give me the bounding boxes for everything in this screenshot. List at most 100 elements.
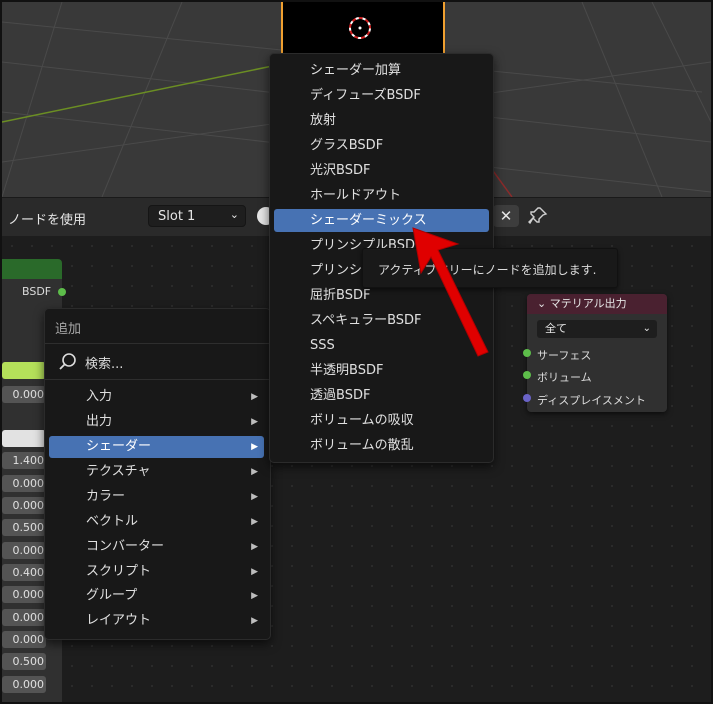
- shader-item-label: シェーダー加算: [310, 63, 402, 78]
- shader-item-label: ボリュームの吸収: [310, 413, 414, 428]
- menu-item-vector[interactable]: ベクトル ▶: [49, 511, 264, 533]
- menu-item-label: カラー: [86, 489, 126, 504]
- value-field[interactable]: 0.000: [2, 676, 46, 693]
- tooltip: アクティブツリーにノードを追加します.: [362, 248, 618, 288]
- value-field[interactable]: 0.500: [2, 519, 46, 536]
- shader-item-label: シェーダーミックス: [310, 213, 427, 228]
- value-field[interactable]: 0.000: [2, 497, 46, 514]
- menu-item-shader[interactable]: シェーダー ▶: [49, 436, 264, 458]
- value-field[interactable]: 0.400: [2, 564, 46, 581]
- shader-item-label: ボリュームの散乱: [310, 438, 414, 453]
- shader-item-label: 放射: [310, 113, 337, 128]
- shader-item-label: プリンシ: [310, 263, 363, 278]
- shader-item-sss[interactable]: SSS: [274, 334, 489, 357]
- shader-item-label: 屈折BSDF: [310, 288, 371, 303]
- shader-item-glossy-bsdf[interactable]: 光沢BSDF: [274, 159, 489, 182]
- shader-item-emission[interactable]: 放射: [274, 109, 489, 132]
- submenu-arrow-icon: ▶: [251, 517, 258, 527]
- target-dropdown-value: 全て: [545, 322, 567, 335]
- menu-item-input[interactable]: 入力 ▶: [49, 386, 264, 408]
- displacement-input-socket[interactable]: [523, 394, 531, 402]
- target-dropdown[interactable]: 全て ⌄: [537, 320, 657, 338]
- menu-item-label: テクスチャ: [86, 464, 151, 479]
- submenu-arrow-icon: ▶: [251, 492, 258, 502]
- menu-divider: [45, 379, 270, 380]
- value-field[interactable]: 0.000: [2, 542, 46, 559]
- submenu-arrow-icon: ▶: [251, 392, 258, 402]
- shader-item-label: スペキュラーBSDF: [310, 313, 422, 328]
- surface-input-label: サーフェス: [537, 349, 592, 362]
- shader-item-translucent-bsdf[interactable]: 半透明BSDF: [274, 359, 489, 382]
- material-output-node[interactable]: ⌄ マテリアル出力 全て ⌄ サーフェス ボリューム ディスプレイスメント: [527, 294, 667, 412]
- menu-item-texture[interactable]: テクスチャ ▶: [49, 461, 264, 483]
- chevron-down-icon: ⌄: [642, 323, 651, 334]
- menu-item-layout[interactable]: レイアウト ▶: [49, 610, 264, 632]
- shader-item-label: グラスBSDF: [310, 138, 384, 153]
- bsdf-output-socket[interactable]: [58, 288, 66, 296]
- material-output-header[interactable]: ⌄ マテリアル出力: [527, 294, 667, 314]
- menu-item-color[interactable]: カラー ▶: [49, 486, 264, 508]
- bsdf-output-label: BSDF: [22, 285, 52, 298]
- shader-item-label: SSS: [310, 338, 335, 353]
- shader-item-specular-bsdf[interactable]: スペキュラーBSDF: [274, 309, 489, 332]
- value-field[interactable]: 0.000: [2, 386, 46, 403]
- shader-item-volume-absorption[interactable]: ボリュームの吸収: [274, 409, 489, 432]
- slot-dropdown-value: Slot 1: [158, 209, 196, 224]
- search-menu-item[interactable]: 検索...: [55, 351, 260, 373]
- menu-item-label: シェーダー: [86, 439, 152, 454]
- bsdf-node-header[interactable]: [2, 259, 62, 279]
- shader-item-mix-shader[interactable]: シェーダーミックス: [274, 209, 489, 232]
- base-color-field[interactable]: [2, 362, 46, 379]
- menu-item-output[interactable]: 出力 ▶: [49, 411, 264, 433]
- menu-item-converter[interactable]: コンバーター ▶: [49, 536, 264, 558]
- close-button[interactable]: ✕: [493, 205, 519, 227]
- shader-item-label: 半透明BSDF: [310, 363, 384, 378]
- material-output-title: マテリアル出力: [549, 297, 627, 310]
- shader-item-diffuse-bsdf[interactable]: ディフューズBSDF: [274, 84, 489, 107]
- menu-item-label: ベクトル: [86, 514, 139, 529]
- shader-item-transparent-bsdf[interactable]: 透過BSDF: [274, 384, 489, 407]
- value-field[interactable]: 0.000: [2, 609, 46, 626]
- menu-item-label: レイアウト: [86, 613, 152, 628]
- menu-item-label: コンバーター: [86, 539, 165, 554]
- shader-item-holdout[interactable]: ホールドアウト: [274, 184, 489, 207]
- search-icon: [59, 353, 76, 370]
- shader-item-volume-scatter[interactable]: ボリュームの散乱: [274, 434, 489, 457]
- submenu-arrow-icon: ▶: [251, 591, 258, 601]
- collapse-chevron-icon[interactable]: ⌄: [537, 297, 546, 310]
- surface-input-socket[interactable]: [523, 349, 531, 357]
- volume-input-socket[interactable]: [523, 371, 531, 379]
- add-menu-title: 追加: [55, 322, 82, 337]
- selected-object: [281, 2, 445, 55]
- pin-icon[interactable]: [528, 205, 548, 227]
- menu-item-label: 出力: [86, 414, 113, 429]
- displacement-input-label: ディスプレイスメント: [537, 394, 646, 407]
- value-field[interactable]: 0.500: [2, 653, 46, 670]
- submenu-arrow-icon: ▶: [251, 616, 258, 626]
- value-field[interactable]: 0.000: [2, 631, 46, 648]
- menu-item-label: スクリプト: [86, 564, 152, 579]
- use-nodes-label: ノードを使用: [8, 213, 87, 228]
- submenu-arrow-icon: ▶: [251, 567, 258, 577]
- value-field[interactable]: 1.400: [2, 452, 46, 469]
- shader-item-add-shader[interactable]: シェーダー加算: [274, 59, 489, 82]
- volume-input-label: ボリューム: [537, 371, 592, 384]
- shader-item-label: 透過BSDF: [310, 388, 371, 403]
- shader-item-label: 光沢BSDF: [310, 163, 371, 178]
- shader-item-glass-bsdf[interactable]: グラスBSDF: [274, 134, 489, 157]
- menu-divider: [45, 343, 270, 344]
- submenu-arrow-icon: ▶: [251, 542, 258, 552]
- slot-dropdown[interactable]: Slot 1 ⌄: [148, 205, 246, 227]
- submenu-arrow-icon: ▶: [251, 417, 258, 427]
- menu-item-label: グループ: [86, 588, 138, 603]
- subsurface-color-field[interactable]: [2, 430, 46, 447]
- chevron-down-icon: ⌄: [229, 208, 239, 221]
- submenu-arrow-icon: ▶: [251, 442, 258, 452]
- menu-item-script[interactable]: スクリプト ▶: [49, 561, 264, 583]
- submenu-arrow-icon: ▶: [251, 467, 258, 477]
- value-field[interactable]: 0.000: [2, 475, 46, 492]
- add-menu: 追加 検索... 入力 ▶ 出力 ▶ シェーダー ▶ テクスチャ ▶ カラー ▶ ベクトル…: [44, 308, 271, 640]
- menu-item-group[interactable]: グループ ▶: [49, 585, 264, 607]
- search-label: 検索...: [85, 357, 124, 372]
- value-field[interactable]: 0.000: [2, 586, 46, 603]
